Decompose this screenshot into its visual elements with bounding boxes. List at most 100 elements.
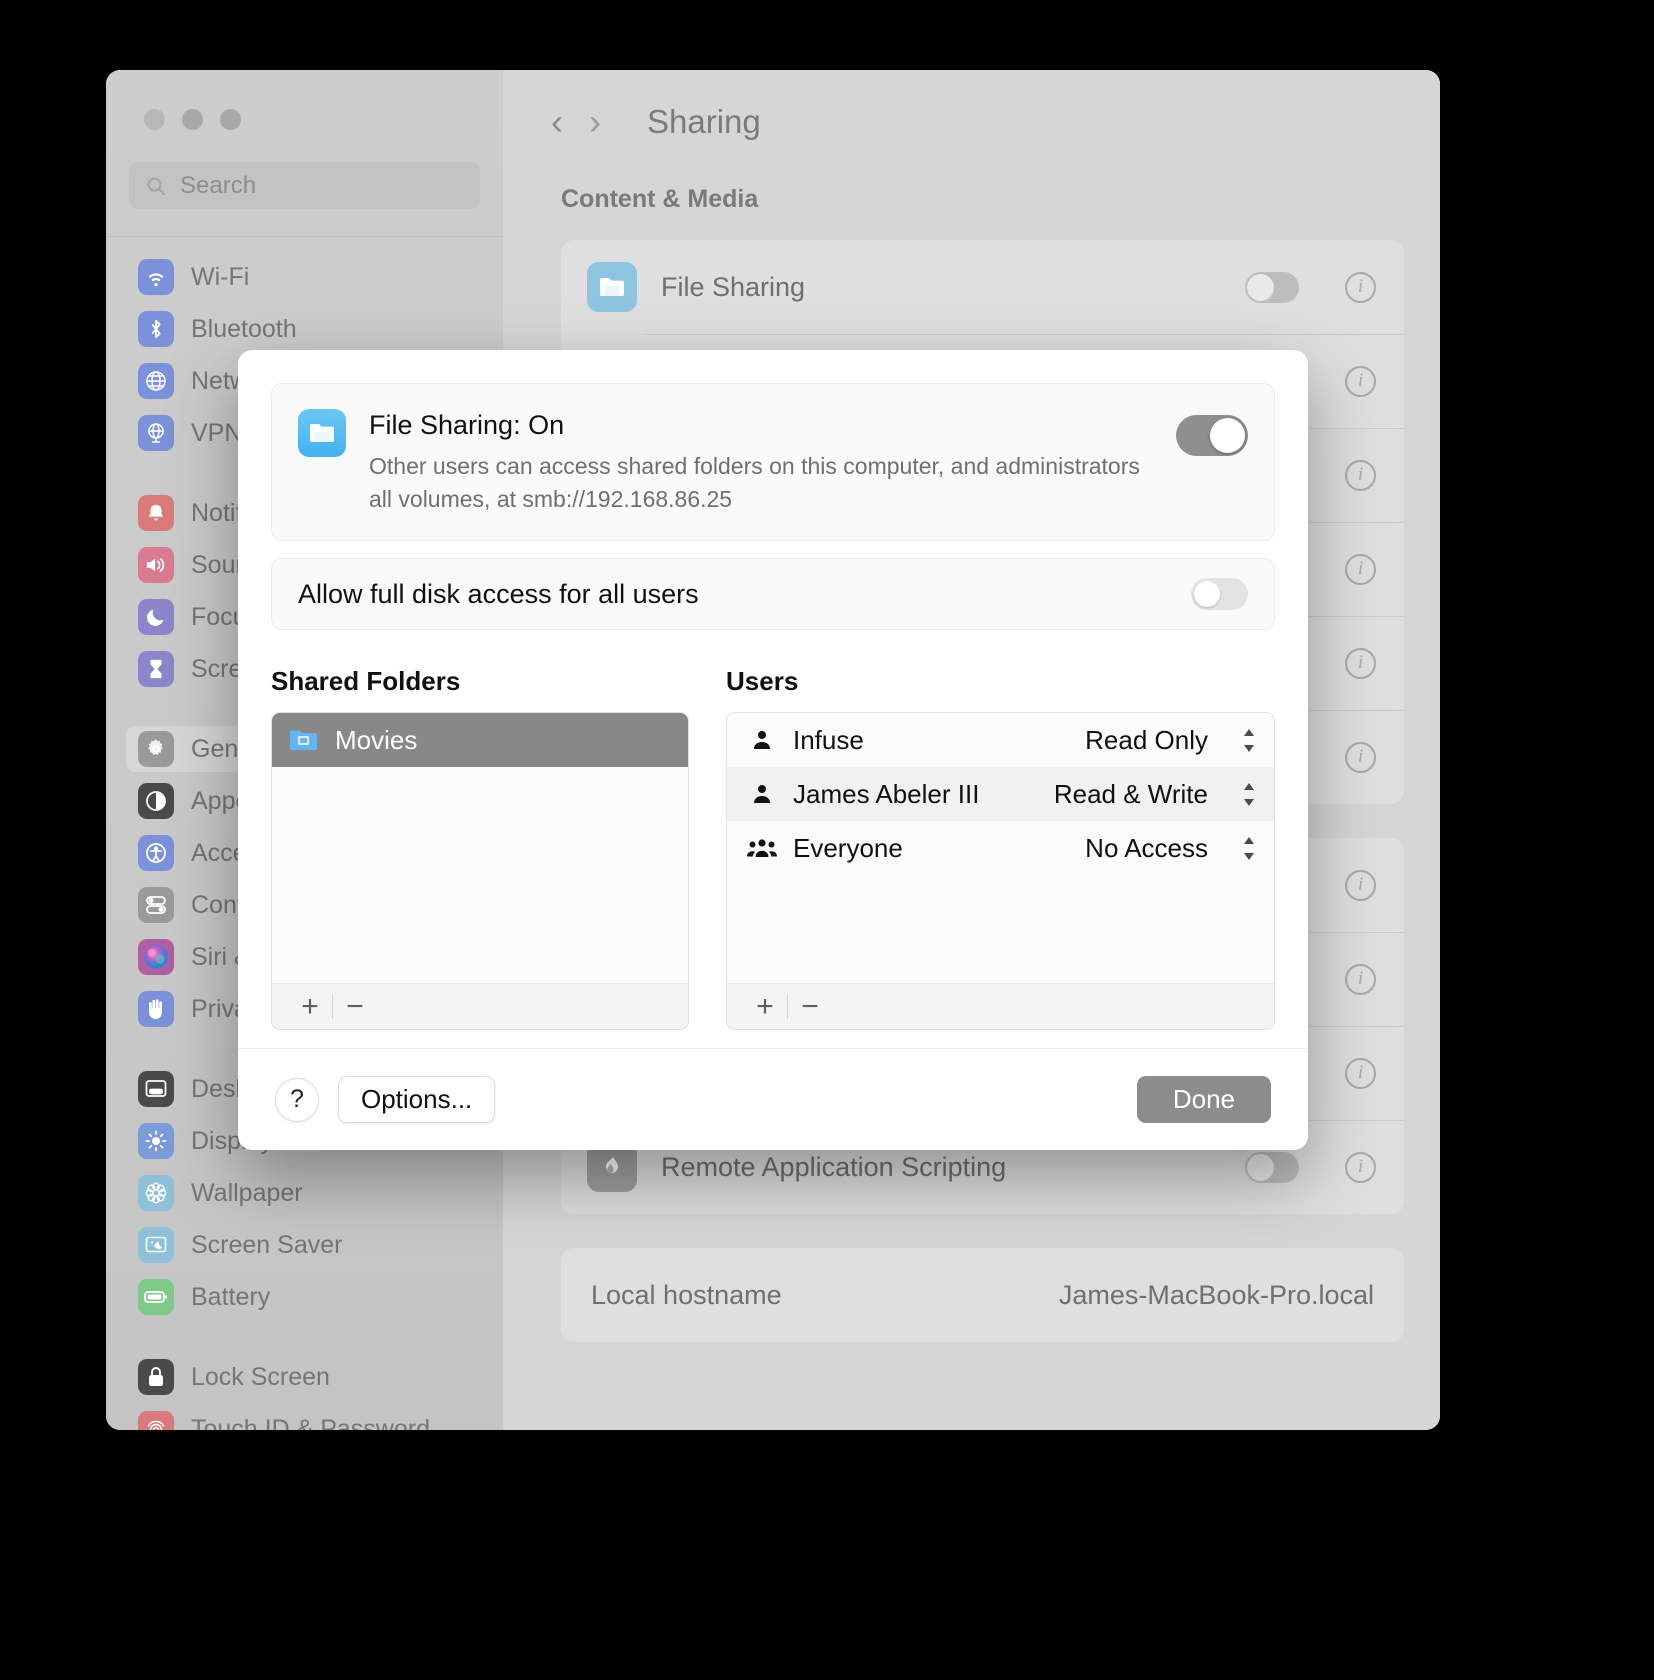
panes: Shared Folders Movies + − Users InfuseRe…	[271, 666, 1275, 1030]
file-sharing-icon	[298, 409, 346, 457]
hostname-value: James-MacBook-Pro.local	[1059, 1280, 1374, 1311]
bell-icon	[138, 495, 174, 531]
file-sharing-title: File Sharing: On	[369, 410, 1153, 441]
user-row[interactable]: James Abeler IIIRead & Write	[727, 767, 1274, 821]
sidebar-item-label: Touch ID & Password	[191, 1415, 430, 1431]
hourglass-icon	[138, 651, 174, 687]
movies-folder-icon	[289, 728, 318, 752]
info-icon[interactable]: i	[1345, 1058, 1376, 1089]
appearance-icon	[138, 783, 174, 819]
info-icon[interactable]: i	[1345, 742, 1376, 773]
sidebar-item-label: Wallpaper	[191, 1179, 303, 1208]
info-icon[interactable]: i	[1345, 964, 1376, 995]
user-row[interactable]: InfuseRead Only	[727, 713, 1274, 767]
help-button[interactable]: ?	[275, 1078, 319, 1122]
info-icon[interactable]: i	[1345, 366, 1376, 397]
sidebar-item-label: Screen Saver	[191, 1231, 342, 1260]
speaker-icon	[138, 547, 174, 583]
control-center-icon	[138, 887, 174, 923]
full-disk-access-card: Allow full disk access for all users	[271, 558, 1275, 630]
full-disk-access-toggle[interactable]	[1191, 578, 1248, 610]
sidebar-item-touch-id-password[interactable]: Touch ID & Password	[106, 1403, 503, 1430]
shared-folders-title: Shared Folders	[271, 666, 689, 697]
wallpaper-icon	[138, 1175, 174, 1211]
info-icon[interactable]: i	[1345, 648, 1376, 679]
sidebar-group-gap	[106, 1323, 503, 1351]
wifi-icon	[138, 259, 174, 295]
info-icon[interactable]: i	[1345, 870, 1376, 901]
globe-icon	[138, 363, 174, 399]
users-items: InfuseRead OnlyJames Abeler IIIRead & Wr…	[727, 713, 1274, 983]
users-pane: Users InfuseRead OnlyJames Abeler IIIRea…	[726, 666, 1275, 1030]
forward-button[interactable]: ›	[589, 104, 601, 140]
hostname-row[interactable]: Local hostname James-MacBook-Pro.local	[561, 1248, 1404, 1342]
breadcrumb: ‹ › Sharing	[503, 70, 1440, 141]
permission-stepper-icon[interactable]	[1238, 723, 1260, 757]
shared-folders-footer: + −	[272, 983, 688, 1029]
screen: Search Wi-FiBluetoothNetworkVPNNotificat…	[0, 0, 1654, 1680]
sidebar-item-screen-saver[interactable]: Screen Saver	[106, 1219, 503, 1271]
sidebar-item-wallpaper[interactable]: Wallpaper	[106, 1167, 503, 1219]
remove-user-button[interactable]: −	[788, 985, 832, 1029]
shared-folders-pane: Shared Folders Movies + −	[271, 666, 689, 1030]
sidebar-item-label: Battery	[191, 1283, 270, 1312]
search-input[interactable]: Search	[129, 162, 480, 209]
done-button[interactable]: Done	[1137, 1076, 1271, 1123]
shared-folder-item[interactable]: Movies	[272, 713, 688, 767]
search-icon	[145, 175, 167, 197]
person-icon	[747, 728, 777, 752]
sheet-footer: ? Options... Done	[238, 1048, 1308, 1150]
hostname-label: Local hostname	[591, 1280, 1035, 1311]
moon-icon	[138, 599, 174, 635]
hostname-card: Local hostname James-MacBook-Pro.local	[561, 1248, 1404, 1342]
back-button[interactable]: ‹	[551, 104, 563, 140]
sidebar-item-label: VPN	[191, 419, 242, 448]
sidebar-item-battery[interactable]: Battery	[106, 1271, 503, 1323]
page-title: Sharing	[647, 103, 761, 141]
sidebar-item-label: Lock Screen	[191, 1363, 330, 1392]
sidebar-item-label: Bluetooth	[191, 315, 297, 344]
info-icon[interactable]: i	[1345, 460, 1376, 491]
sidebar-item-label: Wi-Fi	[191, 263, 249, 292]
settings-row-toggle[interactable]	[1245, 272, 1299, 303]
zoom-button[interactable]	[220, 109, 241, 130]
settings-row[interactable]: File Sharingi	[561, 240, 1404, 334]
sidebar-item-lock-screen[interactable]: Lock Screen	[106, 1351, 503, 1403]
file-sharing-description: Other users can access shared folders on…	[369, 450, 1153, 515]
file-sharing-sheet: File Sharing: On Other users can access …	[238, 350, 1308, 1150]
file-sharing-icon	[587, 262, 637, 312]
window-traffic-lights[interactable]	[106, 70, 503, 130]
gear-icon	[138, 731, 174, 767]
users-listbox: InfuseRead OnlyJames Abeler IIIRead & Wr…	[726, 712, 1275, 1030]
info-icon[interactable]: i	[1345, 1152, 1376, 1183]
remove-folder-button[interactable]: −	[333, 985, 377, 1029]
settings-row-toggle[interactable]	[1245, 1152, 1299, 1183]
sidebar-item-bluetooth[interactable]: Bluetooth	[106, 303, 503, 355]
hand-icon	[138, 991, 174, 1027]
lock-icon	[138, 1359, 174, 1395]
add-folder-button[interactable]: +	[288, 985, 332, 1029]
permission-stepper-icon[interactable]	[1238, 831, 1260, 865]
fingerprint-icon	[138, 1411, 174, 1430]
user-name: Everyone	[793, 833, 1069, 864]
info-icon[interactable]: i	[1345, 272, 1376, 303]
permission-stepper-icon[interactable]	[1238, 777, 1260, 811]
options-button[interactable]: Options...	[338, 1076, 495, 1123]
shared-folders-listbox: Movies + −	[271, 712, 689, 1030]
file-sharing-status-card: File Sharing: On Other users can access …	[271, 383, 1275, 541]
users-footer: + −	[727, 983, 1274, 1029]
group-icon	[747, 836, 777, 860]
bluetooth-icon	[138, 311, 174, 347]
file-sharing-toggle[interactable]	[1176, 415, 1248, 456]
close-button[interactable]	[144, 109, 165, 130]
add-user-button[interactable]: +	[743, 985, 787, 1029]
minimize-button[interactable]	[182, 109, 203, 130]
sidebar-item-wi-fi[interactable]: Wi-Fi	[106, 251, 503, 303]
user-row[interactable]: Everyone No Access	[727, 821, 1274, 875]
user-permission: No Access	[1085, 833, 1208, 864]
section-title: Content & Media	[503, 141, 1440, 214]
person-icon	[747, 782, 777, 806]
desktop-dock-icon	[138, 1071, 174, 1107]
info-icon[interactable]: i	[1345, 554, 1376, 585]
user-permission: Read Only	[1085, 725, 1208, 756]
